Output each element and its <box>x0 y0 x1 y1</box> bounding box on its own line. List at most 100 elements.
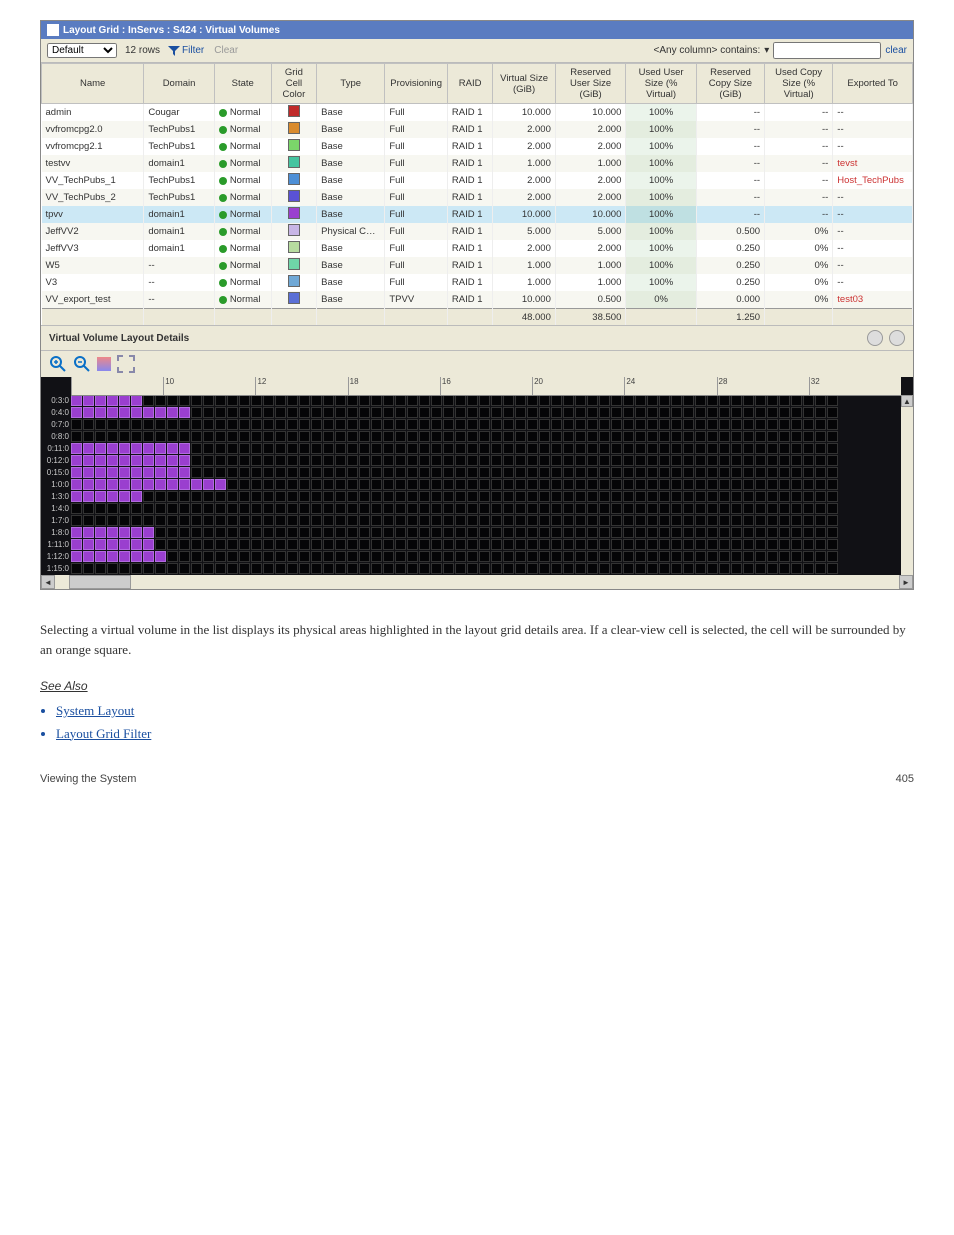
grid-cell[interactable] <box>215 503 226 514</box>
grid-cell[interactable] <box>359 551 370 562</box>
grid-cell[interactable] <box>383 467 394 478</box>
col-gridcolor[interactable]: Grid Cell Color <box>271 64 316 104</box>
grid-cell[interactable] <box>443 503 454 514</box>
scroll-right-icon[interactable]: ► <box>899 575 913 589</box>
grid-cell[interactable] <box>767 443 778 454</box>
grid-cell[interactable] <box>107 563 118 574</box>
grid-cell[interactable] <box>275 407 286 418</box>
grid-cell[interactable] <box>71 479 82 490</box>
grid-cell[interactable] <box>95 395 106 406</box>
grid-cell[interactable] <box>815 527 826 538</box>
grid-cell[interactable] <box>263 419 274 430</box>
table-row[interactable]: JeffVV2domain1NormalPhysical CopyFullRAI… <box>42 223 913 240</box>
grid-cell[interactable] <box>563 407 574 418</box>
grid-cell[interactable] <box>827 527 838 538</box>
grid-cell[interactable] <box>431 395 442 406</box>
grid-cell[interactable] <box>455 539 466 550</box>
grid-cell[interactable] <box>791 479 802 490</box>
grid-cell[interactable] <box>575 467 586 478</box>
grid-cell[interactable] <box>191 491 202 502</box>
grid-cell[interactable] <box>107 431 118 442</box>
grid-cell[interactable] <box>419 527 430 538</box>
grid-cell[interactable] <box>491 443 502 454</box>
grid-cell[interactable] <box>755 539 766 550</box>
grid-cell[interactable] <box>251 563 262 574</box>
grid-cell[interactable] <box>623 527 634 538</box>
grid-cell[interactable] <box>815 479 826 490</box>
grid-cell[interactable] <box>803 527 814 538</box>
grid-cell[interactable] <box>551 407 562 418</box>
grid-cell[interactable] <box>251 407 262 418</box>
grid-cell[interactable] <box>695 527 706 538</box>
grid-cell[interactable] <box>803 503 814 514</box>
grid-cell[interactable] <box>383 407 394 418</box>
grid-cell[interactable] <box>599 395 610 406</box>
grid-cell[interactable] <box>359 503 370 514</box>
grid-cell[interactable] <box>215 491 226 502</box>
grid-cell[interactable] <box>635 503 646 514</box>
grid-cell[interactable] <box>563 443 574 454</box>
grid-cell[interactable] <box>731 419 742 430</box>
grid-cell[interactable] <box>551 539 562 550</box>
grid-cell[interactable] <box>299 467 310 478</box>
grid-cell[interactable] <box>779 431 790 442</box>
grid-cell[interactable] <box>635 395 646 406</box>
grid-cell[interactable] <box>455 443 466 454</box>
grid-cell[interactable] <box>131 527 142 538</box>
grid-cell[interactable] <box>335 527 346 538</box>
grid-cell[interactable] <box>311 563 322 574</box>
grid-cell[interactable] <box>467 419 478 430</box>
grid-cell[interactable] <box>119 563 130 574</box>
grid-cell[interactable] <box>695 491 706 502</box>
fit-button[interactable] <box>117 355 135 373</box>
grid-cell[interactable] <box>323 503 334 514</box>
grid-cell[interactable] <box>743 539 754 550</box>
grid-cell[interactable] <box>503 443 514 454</box>
grid-cell[interactable] <box>335 431 346 442</box>
grid-cell[interactable] <box>143 407 154 418</box>
grid-cell[interactable] <box>779 491 790 502</box>
grid-cell[interactable] <box>227 503 238 514</box>
grid-cell[interactable] <box>299 551 310 562</box>
grid-cell[interactable] <box>323 551 334 562</box>
grid-cell[interactable] <box>359 443 370 454</box>
grid-cell[interactable] <box>287 515 298 526</box>
grid-cell[interactable] <box>683 455 694 466</box>
grid-cell[interactable] <box>275 503 286 514</box>
grid-cell[interactable] <box>71 419 82 430</box>
grid-cell[interactable] <box>671 443 682 454</box>
grid-cell[interactable] <box>371 515 382 526</box>
grid-cell[interactable] <box>311 431 322 442</box>
grid-cell[interactable] <box>95 539 106 550</box>
grid-cell[interactable] <box>155 527 166 538</box>
grid-cell[interactable] <box>263 431 274 442</box>
grid-cell[interactable] <box>671 479 682 490</box>
grid-cell[interactable] <box>395 431 406 442</box>
grid-cell[interactable] <box>71 515 82 526</box>
grid-cell[interactable] <box>83 455 94 466</box>
grid-cell[interactable] <box>743 419 754 430</box>
grid-cell[interactable] <box>731 515 742 526</box>
grid-cell[interactable] <box>719 503 730 514</box>
grid-cell[interactable] <box>743 431 754 442</box>
grid-cell[interactable] <box>347 431 358 442</box>
grid-cell[interactable] <box>371 443 382 454</box>
grid-cell[interactable] <box>431 455 442 466</box>
grid-cell[interactable] <box>539 503 550 514</box>
grid-cell[interactable] <box>71 491 82 502</box>
grid-cell[interactable] <box>743 479 754 490</box>
grid-cell[interactable] <box>767 407 778 418</box>
grid-cell[interactable] <box>239 431 250 442</box>
grid-cell[interactable] <box>491 503 502 514</box>
grid-cell[interactable] <box>383 491 394 502</box>
grid-cell[interactable] <box>575 479 586 490</box>
grid-cell[interactable] <box>419 563 430 574</box>
grid-cell[interactable] <box>503 395 514 406</box>
table-row[interactable]: VV_export_test--NormalBaseTPVVRAID 110.0… <box>42 291 913 309</box>
grid-cell[interactable] <box>635 527 646 538</box>
grid-cell[interactable] <box>347 551 358 562</box>
grid-cell[interactable] <box>731 395 742 406</box>
grid-cell[interactable] <box>803 407 814 418</box>
grid-cell[interactable] <box>779 395 790 406</box>
grid-cell[interactable] <box>191 467 202 478</box>
